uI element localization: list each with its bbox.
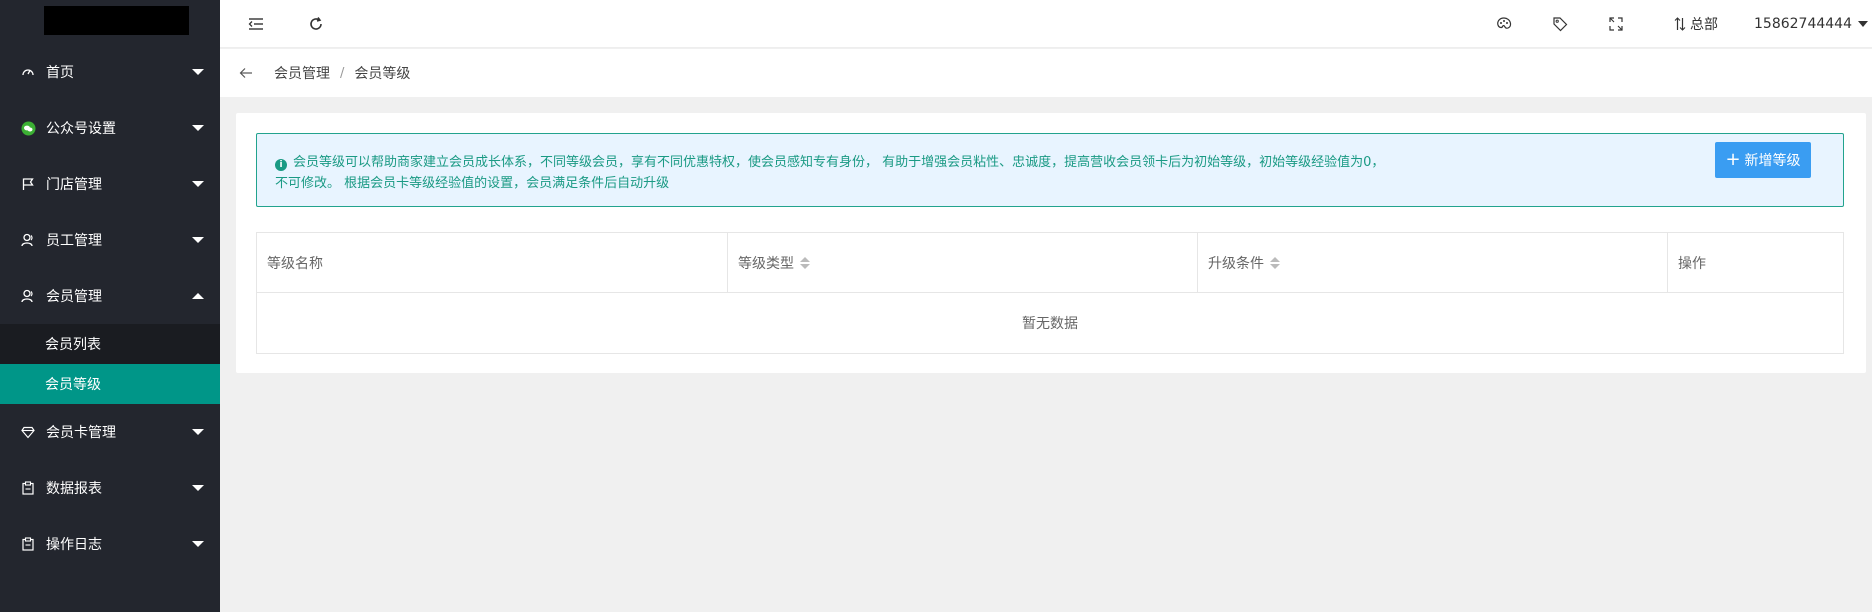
caret-down-icon [1857,21,1868,27]
sidebar-item-logs[interactable]: 操作日志 [0,516,220,572]
sidebar-item-label: 门店管理 [46,177,102,193]
user-phone: 15862744444 [1754,16,1852,32]
sidebar-item-label: 公众号设置 [46,121,116,137]
level-table: 等级名称 等级类型 升级条件 操作 暂无数据 [256,232,1844,354]
info-icon: i [275,159,287,171]
sidebar-subitem-member-level[interactable]: 会员等级 [0,364,220,404]
sidebar: 首页 公众号设置 门店管理 员工管理 会员管理 会员列表 会员等级 会员卡管理 … [0,0,220,612]
caret-up-icon [192,293,204,299]
tag-icon [1553,17,1568,32]
caret-down-icon [192,541,204,547]
notice-text: 会员等级可以帮助商家建立会员成长体系，不同等级会员，享有不同优惠特权，使会员感知… [275,155,1385,191]
refresh-icon [310,17,322,30]
sidebar-item-label: 首页 [46,65,74,81]
tag-button[interactable] [1548,0,1572,48]
sidebar-item-label: 会员管理 [46,289,102,305]
column-header-actions: 操作 [1668,233,1843,292]
sidebar-item-member-cards[interactable]: 会员卡管理 [0,404,220,460]
caret-down-icon [192,429,204,435]
caret-down-icon [192,181,204,187]
caret-down-icon [192,485,204,491]
breadcrumb-separator: / [340,65,345,81]
caret-down-icon [192,237,204,243]
caret-down-icon [192,69,204,75]
sidebar-item-label: 会员卡管理 [46,425,116,441]
sort-icon[interactable] [1270,256,1280,269]
menu-fold-icon [248,18,263,30]
column-label: 等级名称 [267,255,323,272]
sidebar-item-label: 员工管理 [46,233,102,249]
add-level-button[interactable]: + 新增等级 [1715,142,1811,178]
info-notice: i 会员等级可以帮助商家建立会员成长体系，不同等级会员，享有不同优惠特权，使会员感… [256,133,1844,207]
swap-icon [1674,17,1686,31]
user-icon [20,232,36,248]
sidebar-item-reports[interactable]: 数据报表 [0,460,220,516]
sidebar-item-staff[interactable]: 员工管理 [0,212,220,268]
back-button[interactable] [236,63,256,83]
sort-icon[interactable] [800,256,810,269]
sidebar-item-stores[interactable]: 门店管理 [0,156,220,212]
column-header-level-type[interactable]: 等级类型 [728,233,1198,292]
collapse-menu-button[interactable] [244,0,268,48]
logo-image [44,6,189,35]
top-header: 总部 15862744444 [220,0,1872,48]
logo [0,0,220,44]
flag-icon [20,176,36,192]
arrow-left-icon [239,68,252,78]
column-label: 操作 [1678,255,1706,272]
caret-down-icon [192,125,204,131]
clipboard-icon [20,536,36,552]
fullscreen-icon [1609,17,1623,31]
palette-icon [1497,17,1512,29]
sidebar-item-label: 数据报表 [46,481,102,497]
column-header-upgrade-condition[interactable]: 升级条件 [1198,233,1668,292]
sidebar-item-members[interactable]: 会员管理 [0,268,220,324]
column-label: 升级条件 [1208,255,1264,272]
clipboard-icon [20,480,36,496]
sidebar-subitem-member-list[interactable]: 会员列表 [0,324,220,364]
sidebar-item-wechat[interactable]: 公众号设置 [0,100,220,156]
plus-icon: + [1725,149,1741,170]
breadcrumb-item[interactable]: 会员管理 [274,63,330,83]
theme-button[interactable] [1492,0,1516,48]
table-empty-state: 暂无数据 [1022,316,1078,332]
user-icon [20,288,36,304]
breadcrumb-item-current: 会员等级 [354,66,411,82]
dashboard-icon [20,64,36,80]
breadcrumb-bar: 会员管理 / 会员等级 [220,49,1872,97]
refresh-button[interactable] [304,0,328,48]
store-label: 总部 [1690,17,1718,33]
content-card: i 会员等级可以帮助商家建立会员成长体系，不同等级会员，享有不同优惠特权，使会员感… [236,113,1866,373]
user-menu[interactable]: 15862744444 [1750,0,1872,48]
members-submenu: 会员列表 会员等级 [0,324,220,404]
sidebar-item-home[interactable]: 首页 [0,44,220,100]
column-header-level-name: 等级名称 [257,233,728,292]
add-level-label: 新增等级 [1744,153,1801,169]
sidebar-item-label: 操作日志 [46,537,102,553]
diamond-icon [20,424,36,440]
wechat-icon [20,120,36,136]
table-header: 等级名称 等级类型 升级条件 操作 [257,233,1843,293]
column-label: 等级类型 [738,255,794,272]
store-switch-button[interactable]: 总部 [1664,0,1728,48]
fullscreen-button[interactable] [1604,0,1628,48]
